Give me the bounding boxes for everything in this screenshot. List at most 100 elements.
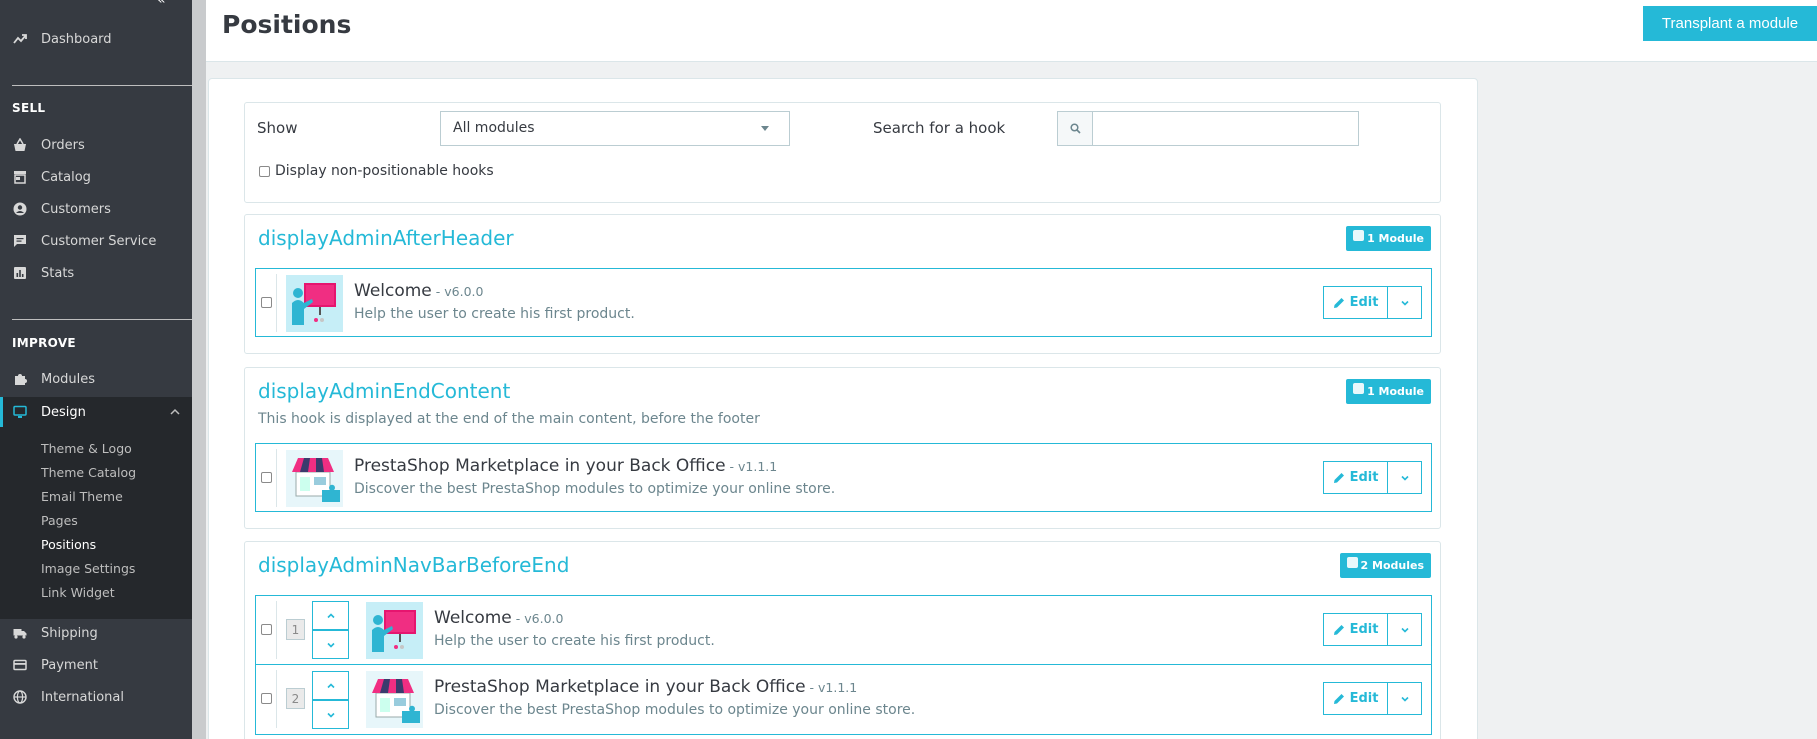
badge-label: 1 Module [1367, 232, 1424, 245]
submenu-item-theme-logo[interactable]: Theme & Logo [41, 441, 132, 456]
module-name: PrestaShop Marketplace in your Back Offi… [354, 456, 726, 476]
sidebar-item-dashboard[interactable]: Dashboard [0, 25, 192, 53]
submenu-item-email-theme[interactable]: Email Theme [41, 489, 123, 504]
module-checkbox[interactable] [261, 472, 272, 483]
submenu-item-link-widget[interactable]: Link Widget [41, 585, 115, 600]
hook-panel: displayAdminEndContent This hook is disp… [244, 367, 1441, 529]
sidebar-divider [12, 85, 192, 86]
edit-dropdown-toggle[interactable] [1388, 461, 1422, 494]
checkbox-icon [1346, 557, 1358, 568]
non-positionable-toggle[interactable]: Display non-positionable hooks [259, 163, 494, 179]
transplant-module-button[interactable]: Transplant a module [1643, 6, 1817, 41]
row-divider [276, 601, 277, 659]
hook-panel: displayAdminAfterHeader 1 Module Welcome… [244, 214, 1441, 354]
move-down-button[interactable] [312, 630, 349, 659]
hook-search-input[interactable] [1092, 111, 1359, 146]
sidebar-item-label: Orders [41, 137, 85, 153]
edit-label: Edit [1349, 622, 1379, 637]
sidebar-item-customers[interactable]: Customers [0, 195, 192, 223]
edit-button-group: Edit [1323, 461, 1422, 494]
module-checkbox[interactable] [261, 693, 272, 704]
sidebar-item-shipping[interactable]: Shipping [0, 619, 192, 647]
module-description: Help the user to create his first produc… [354, 306, 635, 322]
sidebar-item-modules[interactable]: Modules [0, 365, 192, 393]
edit-dropdown-toggle[interactable] [1388, 286, 1422, 319]
sidebar-item-design[interactable]: Design [0, 397, 192, 427]
sidebar-item-label: International [41, 689, 124, 705]
row-divider [276, 449, 277, 507]
sidebar-item-label: Design [41, 404, 86, 420]
move-up-button[interactable] [312, 671, 349, 700]
submenu-item-pages[interactable]: Pages [41, 513, 78, 528]
sidebar-item-label: Customers [41, 201, 111, 217]
scroll-gutter [192, 0, 206, 739]
edit-button[interactable]: Edit [1323, 682, 1388, 715]
edit-button[interactable]: Edit [1323, 286, 1388, 319]
module-count-badge[interactable]: 1 Module [1346, 379, 1431, 404]
filter-box: Show All modules Search for a hook Displ… [244, 102, 1441, 203]
sidebar-item-customer-service[interactable]: Customer Service [0, 227, 192, 255]
sidebar-section-improve: IMPROVE [12, 336, 76, 350]
module-description: Discover the best PrestaShop modules to … [354, 481, 836, 497]
sidebar-item-catalog[interactable]: Catalog [0, 163, 192, 191]
select-value: All modules [453, 120, 535, 136]
edit-dropdown-toggle[interactable] [1388, 613, 1422, 646]
chevron-down-icon [326, 642, 335, 648]
row-divider [276, 670, 277, 728]
sidebar-item-label: Shipping [41, 625, 98, 641]
badge-label: 1 Module [1367, 385, 1424, 398]
hook-title[interactable]: displayAdminEndContent [258, 379, 510, 403]
collapse-sidebar-icon[interactable]: « [157, 0, 166, 8]
edit-button-group: Edit [1323, 682, 1422, 715]
sidebar-item-payment[interactable]: Payment [0, 651, 192, 679]
marketplace-icon [366, 671, 423, 728]
sidebar-item-label: Customer Service [41, 233, 157, 249]
basket-icon [13, 137, 27, 152]
globe-icon [13, 690, 27, 704]
monitor-icon [13, 405, 27, 419]
module-name: PrestaShop Marketplace in your Back Offi… [434, 677, 806, 697]
hook-search-label: Search for a hook [873, 119, 1006, 137]
account-circle-icon [13, 202, 27, 216]
submenu-item-image-settings[interactable]: Image Settings [41, 561, 135, 576]
submenu-item-theme-catalog[interactable]: Theme Catalog [41, 465, 136, 480]
module-count-badge[interactable]: 1 Module [1346, 226, 1431, 251]
sidebar-item-orders[interactable]: Orders [0, 131, 192, 159]
hook-title[interactable]: displayAdminNavBarBeforeEnd [258, 553, 569, 577]
move-down-button[interactable] [312, 700, 349, 729]
show-modules-select[interactable]: All modules [440, 111, 790, 146]
module-checkbox[interactable] [261, 624, 272, 635]
sidebar-item-international[interactable]: International [0, 683, 192, 711]
edit-button[interactable]: Edit [1323, 461, 1388, 494]
sidebar-item-label: Payment [41, 657, 98, 673]
pencil-icon [1333, 472, 1344, 483]
module-version: - v1.1.1 [809, 680, 858, 695]
submenu-item-positions[interactable]: Positions [41, 537, 96, 552]
pencil-icon [1333, 693, 1344, 704]
move-up-button[interactable] [312, 601, 349, 630]
checkbox-icon [1353, 230, 1365, 241]
edit-dropdown-toggle[interactable] [1388, 682, 1422, 715]
show-label: Show [257, 119, 298, 137]
chat-icon [13, 234, 27, 248]
chevron-down-icon [1400, 475, 1409, 481]
sidebar-item-label: Catalog [41, 169, 91, 185]
hook-description: This hook is displayed at the end of the… [258, 411, 760, 427]
non-positionable-checkbox[interactable] [259, 165, 270, 177]
module-description: Help the user to create his first produc… [434, 633, 715, 649]
chevron-up-icon [326, 682, 335, 688]
module-count-badge[interactable]: 2 Modules [1339, 553, 1431, 578]
edit-label: Edit [1349, 470, 1379, 485]
sidebar-item-stats[interactable]: Stats [0, 259, 192, 287]
module-version: - v6.0.0 [435, 284, 484, 299]
module-description: Discover the best PrestaShop modules to … [434, 702, 916, 718]
module-checkbox[interactable] [261, 297, 272, 308]
hook-title[interactable]: displayAdminAfterHeader [258, 226, 514, 250]
module-title: PrestaShop Marketplace in your Back Offi… [354, 456, 777, 476]
puzzle-icon [13, 372, 27, 386]
edit-button[interactable]: Edit [1323, 613, 1388, 646]
module-name: Welcome [434, 608, 512, 628]
chevron-up-icon [170, 406, 180, 421]
sidebar-item-label: Dashboard [41, 31, 112, 47]
page-title: Positions [222, 10, 352, 39]
